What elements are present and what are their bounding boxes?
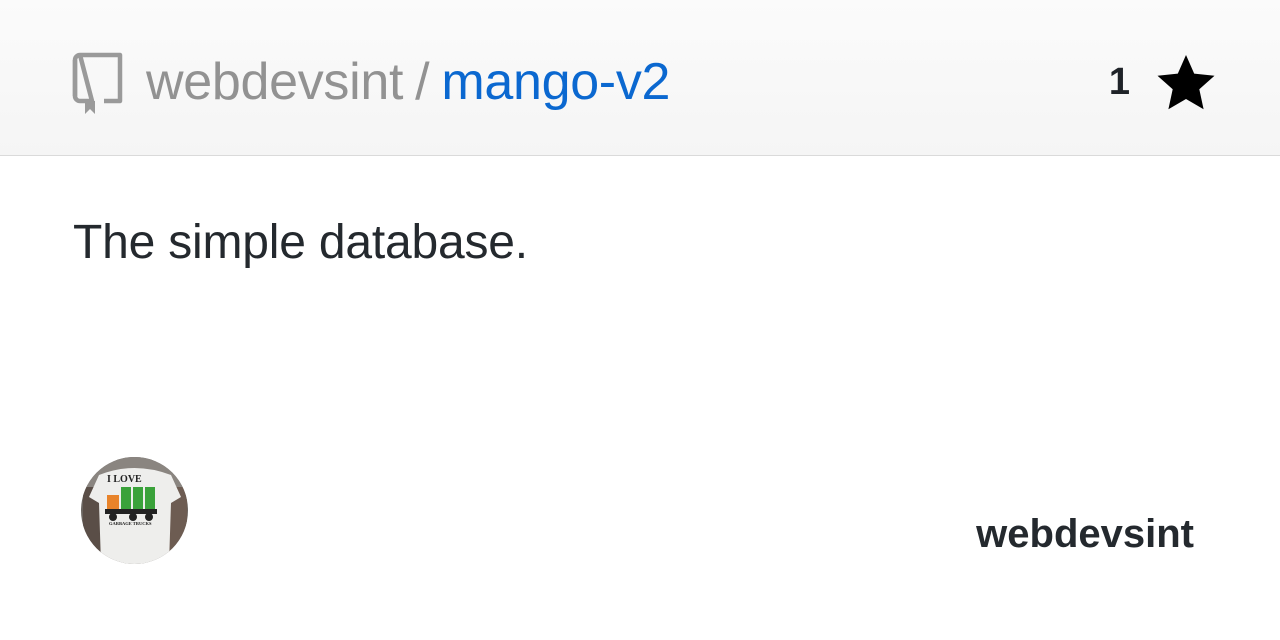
repo-icon <box>72 52 123 114</box>
star-count: 1 <box>1108 60 1130 103</box>
avatar: I LOVE GARBAGE TRUCKS <box>81 457 188 564</box>
repo-title: webdevsint / mango-v2 <box>146 46 670 118</box>
repo-description: The simple database. <box>73 216 528 269</box>
repo-name-link[interactable]: mango-v2 <box>441 53 670 111</box>
repo-owner[interactable]: webdevsint <box>146 53 403 111</box>
author-username[interactable]: webdevsint <box>976 512 1194 557</box>
star-icon <box>1157 55 1215 110</box>
repo-social-card: webdevsint / mango-v2 1 The simple databas… <box>0 0 1280 640</box>
star-counter[interactable]: 1 <box>1109 52 1216 112</box>
card-header: webdevsint / mango-v2 1 <box>0 0 1280 156</box>
title-separator: / <box>415 53 430 111</box>
avatar-shirt-text-bottom: GARBAGE TRUCKS <box>109 521 152 526</box>
avatar-shirt-text-top: I LOVE <box>107 474 142 485</box>
